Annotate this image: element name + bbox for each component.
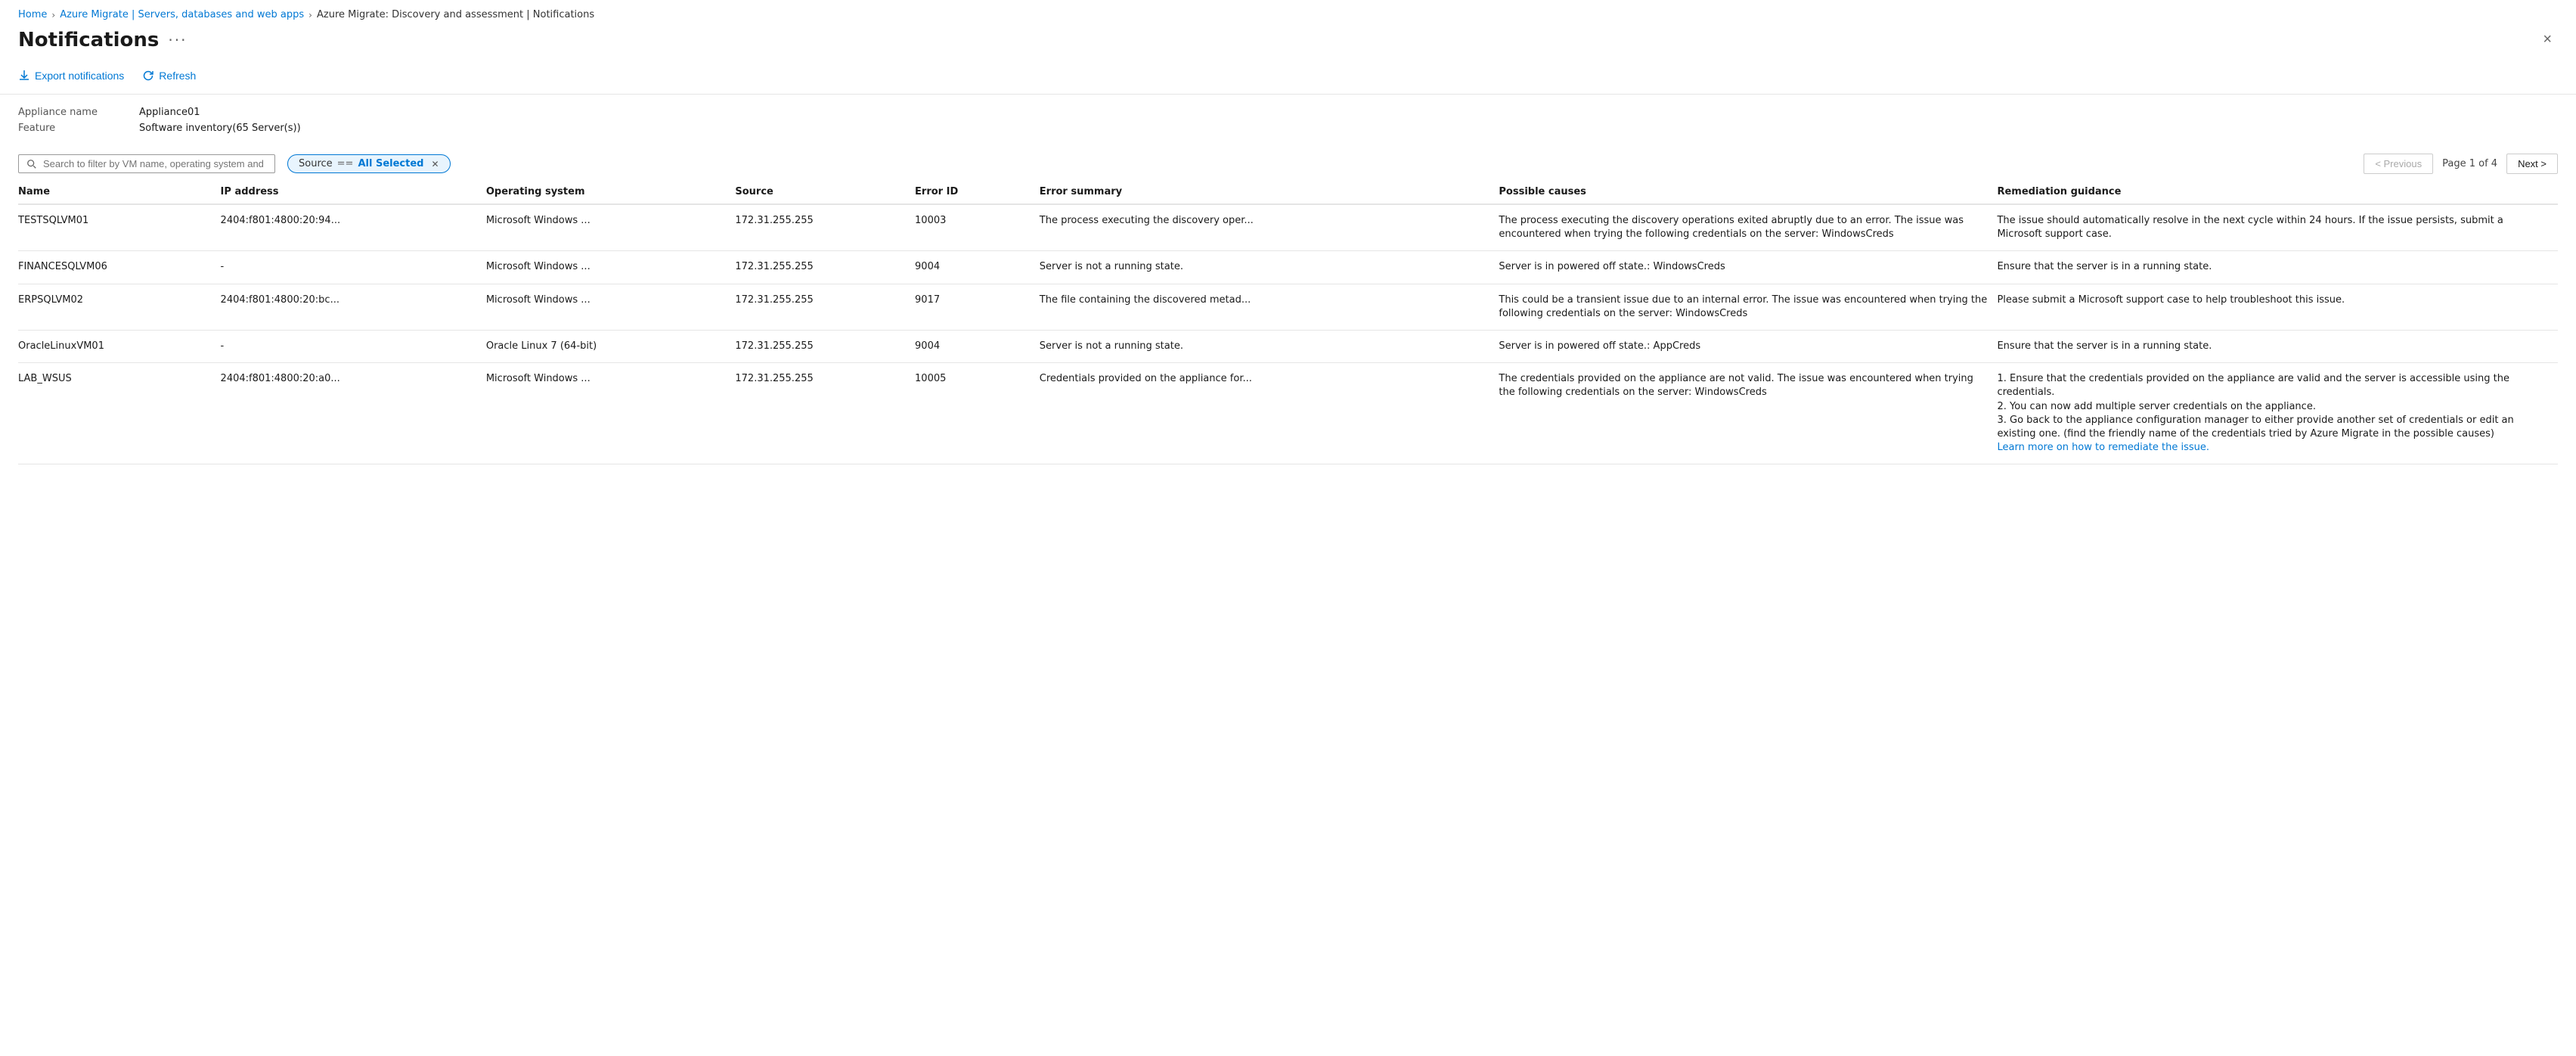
cell-remediation: The issue should automatically resolve i… <box>1997 204 2558 251</box>
col-header-causes: Possible causes <box>1499 180 1997 204</box>
appliance-value: Appliance01 <box>139 107 200 118</box>
refresh-icon <box>142 70 154 82</box>
cell-errorsummary: Credentials provided on the appliance fo… <box>1040 363 1499 464</box>
breadcrumb-servers[interactable]: Azure Migrate | Servers, databases and w… <box>60 9 304 20</box>
cell-ip: 2404:f801:4800:20:94... <box>221 204 486 251</box>
metadata-section: Appliance name Appliance01 Feature Softw… <box>0 95 2576 148</box>
notifications-table: Name IP address Operating system Source … <box>18 180 2558 464</box>
cell-source: 172.31.255.255 <box>735 330 915 362</box>
cell-errorsummary: The file containing the discovered metad… <box>1040 284 1499 330</box>
cell-ip: - <box>221 251 486 284</box>
page-info: Page 1 of 4 <box>2439 158 2500 169</box>
export-button[interactable]: Export notifications <box>18 67 124 85</box>
cell-name: FINANCESQLVM06 <box>18 251 221 284</box>
col-header-os: Operating system <box>486 180 736 204</box>
close-button[interactable]: × <box>2537 28 2558 51</box>
cell-causes: Server is in powered off state.: Windows… <box>1499 251 1997 284</box>
cell-ip: 2404:f801:4800:20:a0... <box>221 363 486 464</box>
download-icon <box>18 70 30 82</box>
feature-value: Software inventory(65 Server(s)) <box>139 123 301 134</box>
previous-button[interactable]: < Previous <box>2364 154 2433 174</box>
cell-remediation: Ensure that the server is in a running s… <box>1997 330 2558 362</box>
cell-causes: The process executing the discovery oper… <box>1499 204 1997 251</box>
breadcrumb: Home › Azure Migrate | Servers, database… <box>0 0 2576 25</box>
source-badge-prefix: Source <box>299 158 333 169</box>
toolbar: Export notifications Refresh <box>0 61 2576 95</box>
cell-remediation: 1. Ensure that the credentials provided … <box>1997 363 2558 464</box>
source-badge-operator: == <box>337 158 354 169</box>
feature-row: Feature Software inventory(65 Server(s)) <box>18 123 2558 134</box>
cell-name: ERPSQLVM02 <box>18 284 221 330</box>
table-row: LAB_WSUS2404:f801:4800:20:a0...Microsoft… <box>18 363 2558 464</box>
cell-os: Microsoft Windows ... <box>486 363 736 464</box>
breadcrumb-current: Azure Migrate: Discovery and assessment … <box>317 9 594 20</box>
table-row: ERPSQLVM022404:f801:4800:20:bc...Microso… <box>18 284 2558 330</box>
cell-causes: Server is in powered off state.: AppCred… <box>1499 330 1997 362</box>
source-badge[interactable]: Source == All Selected ✕ <box>287 154 451 173</box>
cell-source: 172.31.255.255 <box>735 363 915 464</box>
col-header-errorsummary: Error summary <box>1040 180 1499 204</box>
more-options-icon[interactable]: ··· <box>168 31 187 49</box>
cell-os: Oracle Linux 7 (64-bit) <box>486 330 736 362</box>
cell-os: Microsoft Windows ... <box>486 284 736 330</box>
col-header-errorid: Error ID <box>915 180 1040 204</box>
cell-remediation: Ensure that the server is in a running s… <box>1997 251 2558 284</box>
col-header-remediation: Remediation guidance <box>1997 180 2558 204</box>
learn-more-link[interactable]: Learn more on how to remediate the issue… <box>1997 442 2209 453</box>
cell-errorid: 9017 <box>915 284 1040 330</box>
refresh-button[interactable]: Refresh <box>142 67 196 85</box>
cell-source: 172.31.255.255 <box>735 284 915 330</box>
table-container: Name IP address Operating system Source … <box>0 180 2576 464</box>
next-button[interactable]: Next > <box>2506 154 2558 174</box>
source-badge-value: All Selected <box>358 158 423 169</box>
cell-ip: 2404:f801:4800:20:bc... <box>221 284 486 330</box>
search-input[interactable] <box>43 158 267 169</box>
table-row: FINANCESQLVM06-Microsoft Windows ...172.… <box>18 251 2558 284</box>
cell-name: OracleLinuxVM01 <box>18 330 221 362</box>
breadcrumb-home[interactable]: Home <box>18 9 47 20</box>
col-header-source: Source <box>735 180 915 204</box>
cell-remediation: Please submit a Microsoft support case t… <box>1997 284 2558 330</box>
appliance-row: Appliance name Appliance01 <box>18 107 2558 118</box>
export-label: Export notifications <box>35 70 124 82</box>
search-box[interactable] <box>18 154 275 173</box>
pagination: < Previous Page 1 of 4 Next > <box>2364 154 2558 174</box>
cell-ip: - <box>221 330 486 362</box>
source-badge-close[interactable]: ✕ <box>431 159 439 169</box>
table-header-row: Name IP address Operating system Source … <box>18 180 2558 204</box>
col-header-ip: IP address <box>221 180 486 204</box>
cell-source: 172.31.255.255 <box>735 204 915 251</box>
cell-errorid: 10005 <box>915 363 1040 464</box>
cell-os: Microsoft Windows ... <box>486 251 736 284</box>
cell-errorid: 9004 <box>915 251 1040 284</box>
cell-os: Microsoft Windows ... <box>486 204 736 251</box>
filter-bar: Source == All Selected ✕ < Previous Page… <box>0 148 2576 180</box>
page-title: Notifications <box>18 29 159 51</box>
cell-name: LAB_WSUS <box>18 363 221 464</box>
col-header-name: Name <box>18 180 221 204</box>
table-row: TESTSQLVM012404:f801:4800:20:94...Micros… <box>18 204 2558 251</box>
feature-label: Feature <box>18 123 139 134</box>
page-header: Notifications ··· × <box>0 25 2576 61</box>
cell-source: 172.31.255.255 <box>735 251 915 284</box>
cell-causes: This could be a transient issue due to a… <box>1499 284 1997 330</box>
refresh-label: Refresh <box>159 70 196 82</box>
cell-errorsummary: Server is not a running state. <box>1040 330 1499 362</box>
cell-errorsummary: Server is not a running state. <box>1040 251 1499 284</box>
cell-errorid: 10003 <box>915 204 1040 251</box>
table-row: OracleLinuxVM01-Oracle Linux 7 (64-bit)1… <box>18 330 2558 362</box>
cell-causes: The credentials provided on the applianc… <box>1499 363 1997 464</box>
cell-errorid: 9004 <box>915 330 1040 362</box>
cell-name: TESTSQLVM01 <box>18 204 221 251</box>
appliance-label: Appliance name <box>18 107 139 118</box>
search-icon <box>26 159 37 169</box>
cell-errorsummary: The process executing the discovery oper… <box>1040 204 1499 251</box>
